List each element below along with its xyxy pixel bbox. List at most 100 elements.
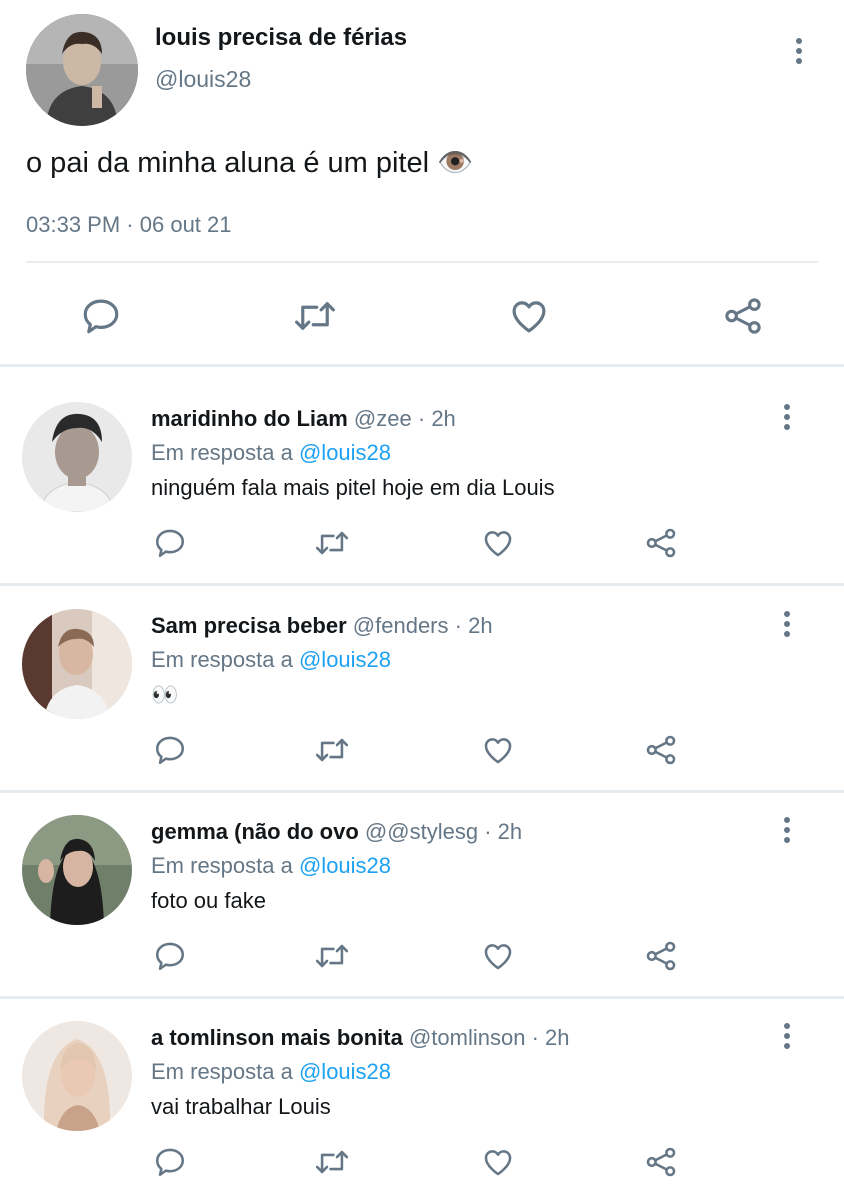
like-button[interactable] xyxy=(480,730,516,770)
reply-button[interactable] xyxy=(152,936,188,976)
avatar[interactable] xyxy=(22,1021,132,1131)
reply-tweet[interactable]: a tomlinson mais bonita @tomlinson · 2h … xyxy=(0,998,844,1203)
like-button[interactable] xyxy=(480,1142,516,1182)
share-icon xyxy=(646,941,676,971)
meta-separator: · xyxy=(417,406,426,431)
reply-prefix: Em resposta a xyxy=(151,440,293,465)
avatar[interactable] xyxy=(22,402,132,512)
meta-separator: · xyxy=(531,1025,539,1050)
divider xyxy=(0,364,844,367)
reply-tweet[interactable]: gemma (não do ovo @@stylesg · 2h Em resp… xyxy=(0,792,844,997)
reply-actions xyxy=(0,521,844,565)
display-name[interactable]: louis precisa de férias xyxy=(155,24,407,52)
reply-icon xyxy=(155,942,185,971)
share-button[interactable] xyxy=(643,730,679,770)
more-icon[interactable] xyxy=(792,38,806,72)
more-icon[interactable] xyxy=(780,611,794,645)
username[interactable]: @louis28 xyxy=(155,66,251,93)
retweet-button[interactable] xyxy=(312,1142,352,1182)
reply-button[interactable] xyxy=(152,730,188,770)
reply-button[interactable] xyxy=(78,293,124,339)
heart-icon xyxy=(484,944,512,970)
heart-icon xyxy=(484,531,512,557)
retweet-icon xyxy=(315,531,349,555)
like-button[interactable] xyxy=(480,523,516,563)
reply-prefix: Em resposta a xyxy=(151,1059,293,1084)
mention-link[interactable]: @louis28 xyxy=(299,647,391,672)
mention-link[interactable]: @louis28 xyxy=(299,853,391,878)
reply-header: maridinho do Liam @zee · 2h xyxy=(151,406,456,432)
reply-header: gemma (não do ovo @@stylesg · 2h xyxy=(151,819,522,845)
heart-icon xyxy=(512,301,546,333)
divider xyxy=(26,261,818,263)
share-button[interactable] xyxy=(643,523,679,563)
share-button[interactable] xyxy=(643,936,679,976)
reply-text: ninguém fala mais pitel hoje em dia Loui… xyxy=(151,475,555,500)
retweet-button[interactable] xyxy=(312,936,352,976)
username[interactable]: @zee xyxy=(354,406,412,431)
share-icon xyxy=(646,528,676,558)
meta-separator: · xyxy=(454,613,462,638)
like-button[interactable] xyxy=(480,936,516,976)
tweet-time: 03:33 PM xyxy=(26,212,121,237)
avatar[interactable] xyxy=(22,609,132,719)
heart-icon xyxy=(484,1150,512,1176)
username[interactable]: @tomlinson xyxy=(409,1025,526,1050)
more-icon[interactable] xyxy=(780,1023,794,1057)
username[interactable]: @@stylesg xyxy=(365,819,478,844)
display-name[interactable]: gemma (não do ovo xyxy=(151,819,359,844)
more-icon[interactable] xyxy=(780,817,794,851)
meta-separator: · xyxy=(484,819,492,844)
reply-prefix: Em resposta a xyxy=(151,647,293,672)
reply-tweet[interactable]: maridinho do Liam @zee · 2h Em resposta … xyxy=(0,379,844,584)
reply-text: vai trabalhar Louis xyxy=(151,1094,331,1119)
reply-text: foto ou fake xyxy=(151,888,266,913)
display-name[interactable]: maridinho do Liam xyxy=(151,406,348,431)
reply-button[interactable] xyxy=(152,523,188,563)
share-button[interactable] xyxy=(720,293,766,339)
reply-header: a tomlinson mais bonita @tomlinson · 2h xyxy=(151,1025,570,1051)
share-button[interactable] xyxy=(643,1142,679,1182)
reply-header: Sam precisa beber @fenders · 2h xyxy=(151,613,493,639)
tweet-timestamp: 03:33 PM · 06 out 21 xyxy=(26,212,232,238)
share-icon xyxy=(725,298,761,334)
reply-button[interactable] xyxy=(152,1142,188,1182)
reply-icon xyxy=(83,299,119,334)
reply-time: 2h xyxy=(545,1025,570,1050)
avatar[interactable] xyxy=(26,14,138,126)
reply-icon xyxy=(155,529,185,558)
reply-time: 2h xyxy=(431,406,456,431)
mention-link[interactable]: @louis28 xyxy=(299,440,391,465)
in-reply-to: Em resposta a @louis28 xyxy=(151,647,391,673)
retweet-icon xyxy=(315,944,349,968)
reply-prefix: Em resposta a xyxy=(151,853,293,878)
retweet-icon xyxy=(315,1150,349,1174)
retweet-button[interactable] xyxy=(290,293,340,339)
retweet-icon xyxy=(315,738,349,762)
tweet-date: 06 out 21 xyxy=(139,212,232,237)
tweet-text: o pai da minha aluna é um pitel 👁️ xyxy=(26,147,474,179)
tweet-actions xyxy=(0,285,844,345)
mention-link[interactable]: @louis28 xyxy=(299,1059,391,1084)
reply-time: 2h xyxy=(497,819,523,844)
reply-text: 👀 xyxy=(151,682,179,707)
meta-separator: · xyxy=(126,212,134,237)
more-icon[interactable] xyxy=(780,404,794,438)
retweet-button[interactable] xyxy=(312,730,352,770)
reply-icon xyxy=(155,736,185,765)
retweet-button[interactable] xyxy=(312,523,352,563)
like-button[interactable] xyxy=(506,293,552,339)
reply-actions xyxy=(0,934,844,978)
reply-actions xyxy=(0,1140,844,1184)
reply-icon xyxy=(155,1148,185,1177)
avatar[interactable] xyxy=(22,815,132,925)
in-reply-to: Em resposta a @louis28 xyxy=(151,1059,391,1085)
reply-actions xyxy=(0,728,844,772)
in-reply-to: Em resposta a @louis28 xyxy=(151,440,391,466)
reply-tweet[interactable]: Sam precisa beber @fenders · 2h Em respo… xyxy=(0,586,844,791)
heart-icon xyxy=(484,738,512,764)
display-name[interactable]: a tomlinson mais bonita xyxy=(151,1025,403,1050)
display-name[interactable]: Sam precisa beber xyxy=(151,613,347,638)
username[interactable]: @fenders xyxy=(353,613,449,638)
retweet-icon xyxy=(295,302,335,330)
